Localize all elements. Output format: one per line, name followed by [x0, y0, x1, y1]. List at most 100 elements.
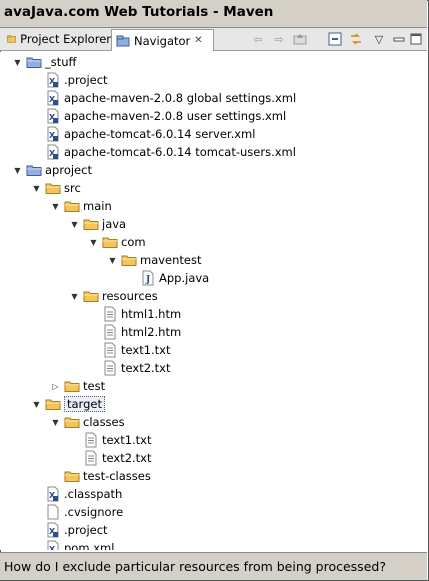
tree-item-label: text2.txt — [102, 451, 152, 465]
text-file-icon — [102, 342, 118, 358]
text-file-icon — [102, 324, 118, 340]
expand-twisty-open-icon[interactable]: ▼ — [70, 287, 79, 305]
tree-item-file-maven-global-settings[interactable]: Xapache-maven-2.0.8 global settings.xml — [45, 89, 296, 107]
tree-item-label: java — [102, 217, 127, 231]
expand-twisty-closed-icon[interactable]: ▷ — [51, 377, 60, 395]
tree-item-label: maventest — [140, 253, 202, 267]
navigator-icon — [116, 35, 130, 46]
tree-item-file-maven-user-settings[interactable]: Xapache-maven-2.0.8 user settings.xml — [45, 107, 286, 125]
tree-item-label: main — [83, 199, 112, 213]
tree-item-folder-classes[interactable]: classes — [64, 413, 125, 431]
tree-item-label: apache-maven-2.0.8 global settings.xml — [64, 91, 297, 105]
window-title: avaJava.com Web Tutorials - Maven — [4, 4, 274, 20]
xml-file-icon: X — [45, 486, 61, 502]
expand-twisty-open-icon[interactable]: ▼ — [89, 233, 98, 251]
tree-item-folder-maventest[interactable]: maventest — [121, 251, 202, 269]
tree-item-file-text1-classes[interactable]: text1.txt — [83, 431, 152, 449]
xml-file-icon: X — [45, 90, 61, 106]
tree-item-file-tomcat-users[interactable]: Xapache-tomcat-6.0.14 tomcat-users.xml — [45, 143, 296, 161]
tree-item-file-html2[interactable]: html2.htm — [102, 323, 181, 341]
expand-twisty-open-icon[interactable]: ▼ — [51, 197, 60, 215]
xml-file-icon: X — [45, 72, 61, 88]
tree-item-label: target — [64, 396, 105, 412]
tree-item-file-html1[interactable]: html1.htm — [102, 305, 181, 323]
tree-item-file-cvsignore[interactable]: .cvsignore — [45, 503, 123, 521]
tree-item-folder-com[interactable]: com — [102, 233, 146, 251]
tree-item-folder-main[interactable]: main — [64, 197, 112, 215]
tree-item-label: com — [121, 235, 146, 249]
tree-item-file-text1-res[interactable]: text1.txt — [102, 341, 171, 359]
tab-navigator[interactable]: Navigator ✕ — [111, 29, 214, 51]
tree-item-file-app-java[interactable]: J App.java — [140, 269, 209, 287]
title-bar: avaJava.com Web Tutorials - Maven — [0, 0, 427, 28]
tree-item-file-tomcat-server[interactable]: Xapache-tomcat-6.0.14 server.xml — [45, 125, 255, 143]
close-icon[interactable]: ✕ — [194, 35, 202, 46]
tree-item-label: text1.txt — [102, 433, 152, 447]
expand-twisty-open-icon[interactable]: ▼ — [108, 251, 117, 269]
folder-icon — [45, 180, 61, 196]
folder-icon — [121, 252, 137, 268]
tree-item-folder-target[interactable]: target — [45, 395, 105, 413]
tree-item-label: html1.htm — [121, 307, 182, 321]
tree-item-folder-test[interactable]: test — [64, 377, 105, 395]
tree-item-label: aproject — [45, 163, 92, 177]
tree-item-label: apache-tomcat-6.0.14 tomcat-users.xml — [64, 145, 296, 159]
tree-item-label: .cvsignore — [64, 505, 124, 519]
expand-twisty-open-icon[interactable]: ▼ — [32, 179, 41, 197]
expand-twisty-open-icon[interactable]: ▼ — [13, 161, 22, 179]
link-with-editor-icon[interactable] — [349, 32, 363, 46]
folder-icon — [64, 198, 80, 214]
tree-item-folder-resources[interactable]: resources — [83, 287, 158, 305]
svg-text:X: X — [49, 545, 56, 550]
up-folder-icon[interactable] — [293, 32, 307, 46]
tab-navigator-label: Navigator — [134, 33, 191, 48]
tab-project-explorer[interactable]: Project Explorer — [3, 29, 111, 49]
tree-item-folder-stuff[interactable]: _stuff — [26, 53, 76, 71]
expand-twisty-open-icon[interactable]: ▼ — [13, 53, 22, 71]
tree-item-label: .project — [64, 73, 108, 87]
tree-item-label: apache-tomcat-6.0.14 server.xml — [64, 127, 256, 141]
expand-twisty-open-icon[interactable]: ▼ — [51, 413, 60, 431]
tree-item-file-pom[interactable]: Xpom.xml — [45, 539, 114, 550]
tree-item-folder-src[interactable]: src — [45, 179, 81, 197]
tree-item-label: _stuff — [45, 55, 77, 69]
folder-icon — [83, 216, 99, 232]
tree-item-label: test-classes — [83, 469, 151, 483]
view-menu-icon[interactable]: ▽ — [372, 32, 386, 46]
tree-item-label: text2.txt — [121, 361, 171, 375]
tree-item-folder-aproject[interactable]: aproject — [26, 161, 92, 179]
collapse-all-icon[interactable] — [328, 32, 342, 46]
expand-twisty-open-icon[interactable]: ▼ — [32, 395, 41, 413]
maximize-icon[interactable] — [409, 32, 423, 46]
tree-item-label: .project — [64, 523, 108, 537]
tree-item-folder-test-classes[interactable]: test-classes — [64, 467, 151, 485]
folder-icon — [45, 396, 61, 412]
folder-icon — [64, 378, 80, 394]
back-arrow-icon[interactable]: ⇦ — [251, 32, 265, 46]
tree-item-label: App.java — [159, 271, 210, 285]
text-file-icon — [83, 432, 99, 448]
folder-icon — [64, 468, 80, 484]
navigator-tree[interactable]: ▼ _stuff X .project Xapache-maven-2.0.8 glob… — [0, 52, 427, 550]
minimize-icon[interactable] — [392, 32, 406, 46]
project-folder-icon — [26, 54, 42, 70]
project-folder-icon — [26, 162, 42, 178]
tree-item-label: src — [64, 181, 81, 195]
tree-item-file-classpath[interactable]: X .classpath — [45, 485, 122, 503]
tree-item-label: text1.txt — [121, 343, 171, 357]
tree-item-file-text2-res[interactable]: text2.txt — [102, 359, 171, 377]
tree-item-label: classes — [83, 415, 125, 429]
tree-item-file-project-stuff[interactable]: X .project — [45, 71, 108, 89]
expand-twisty-open-icon[interactable]: ▼ — [70, 215, 79, 233]
view-tab-bar: Project Explorer Navigator ✕ ⇦ ⇨ ▽ — [0, 28, 427, 51]
xml-file-icon: X — [45, 540, 61, 550]
tree-item-file-text2-classes[interactable]: text2.txt — [83, 449, 152, 467]
tree-item-label: pom.xml — [64, 541, 115, 550]
tree-item-folder-java[interactable]: java — [83, 215, 126, 233]
tab-project-explorer-label: Project Explorer — [20, 32, 111, 46]
forward-arrow-icon[interactable]: ⇨ — [272, 32, 286, 46]
java-file-icon: J — [140, 270, 156, 286]
tree-item-file-project-aproject[interactable]: X .project — [45, 521, 108, 539]
tree-item-label: resources — [102, 289, 158, 303]
tree-item-label: test — [83, 379, 106, 393]
